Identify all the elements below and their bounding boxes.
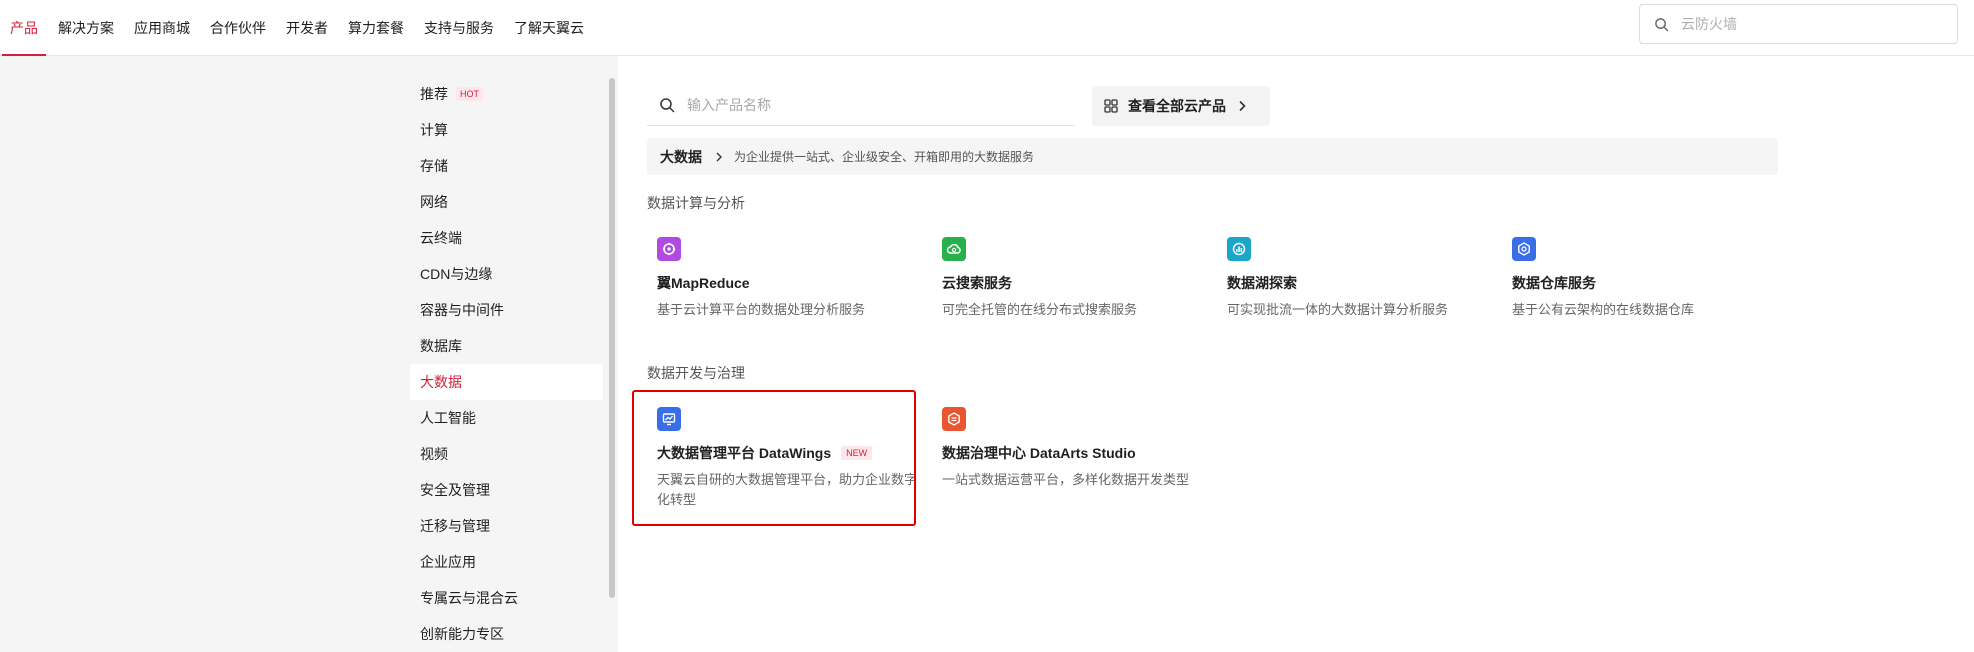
section-title-compute-analysis: 数据计算与分析 [647, 195, 745, 211]
sidebar-item-compute[interactable]: 计算 [410, 112, 603, 148]
topnav-item-solutions[interactable]: 解决方案 [48, 0, 124, 56]
category-sidebar: 推荐 HOT 计算 存储 网络 云终端 CDN与边缘 容器与中间件 数据库 大数… [0, 56, 618, 652]
product-search-input[interactable]: 输入产品名称 [647, 84, 1075, 126]
category-list: 推荐 HOT 计算 存储 网络 云终端 CDN与边缘 容器与中间件 数据库 大数… [410, 76, 603, 652]
topnav-item-products[interactable]: 产品 [0, 0, 48, 56]
view-all-products-label: 查看全部云产品 [1128, 98, 1226, 114]
product-name: 数据仓库服务 [1512, 275, 1596, 291]
topnav-item-support[interactable]: 支持与服务 [414, 0, 504, 56]
product-card-data-warehouse[interactable]: 数据仓库服务 基于公有云架构的在线数据仓库 [1512, 237, 1794, 320]
product-name: 数据湖探索 [1227, 275, 1297, 291]
section-title-dev-governance: 数据开发与治理 [647, 365, 745, 381]
sidebar-scrollbar[interactable] [609, 78, 615, 598]
product-description: 可完全托管的在线分布式搜索服务 [942, 302, 1138, 317]
sidebar-item-ai[interactable]: 人工智能 [410, 400, 603, 436]
sidebar-item-migration[interactable]: 迁移与管理 [410, 508, 603, 544]
sidebar-item-cloud-desktop[interactable]: 云终端 [410, 220, 603, 256]
product-card-data-lake[interactable]: 数据湖探索 可实现批流一体的大数据计算分析服务 [1227, 237, 1509, 320]
sidebar-item-big-data[interactable]: 大数据 [410, 364, 603, 400]
sidebar-item-security[interactable]: 安全及管理 [410, 472, 603, 508]
sidebar-item-cdn-edge[interactable]: CDN与边缘 [410, 256, 603, 292]
sidebar-item-innovation[interactable]: 创新能力专区 [410, 616, 603, 652]
sidebar-item-database[interactable]: 数据库 [410, 328, 603, 364]
search-icon [660, 97, 675, 112]
category-description: 为企业提供一站式、企业级安全、开箱即用的大数据服务 [734, 150, 1035, 164]
grid-icon [1104, 99, 1118, 113]
sidebar-item-storage[interactable]: 存储 [410, 148, 603, 184]
topnav-item-app-store[interactable]: 应用商城 [124, 0, 200, 56]
sidebar-item-video[interactable]: 视频 [410, 436, 603, 472]
sidebar-item-dedicated-hybrid[interactable]: 专属云与混合云 [410, 580, 603, 616]
sidebar-item-network[interactable]: 网络 [410, 184, 603, 220]
sidebar-item-label: 推荐 [420, 86, 448, 102]
view-all-products-button[interactable]: 查看全部云产品 [1092, 86, 1270, 126]
product-name: 翼MapReduce [657, 275, 750, 291]
product-description: 基于云计算平台的数据处理分析服务 [657, 302, 866, 317]
highlight-box [632, 390, 916, 526]
hot-badge: HOT [456, 87, 483, 101]
product-description: 可实现批流一体的大数据计算分析服务 [1227, 302, 1449, 317]
data-warehouse-icon [1512, 237, 1536, 261]
mapreduce-icon [657, 237, 681, 261]
data-lake-icon [1227, 237, 1251, 261]
search-icon [1655, 17, 1669, 31]
chevron-right-icon [1239, 100, 1246, 112]
sidebar-item-enterprise-apps[interactable]: 企业应用 [410, 544, 603, 580]
chevron-right-icon [716, 152, 722, 161]
category-breadcrumb: 大数据 为企业提供一站式、企业级安全、开箱即用的大数据服务 [647, 138, 1778, 175]
cloud-search-icon [942, 237, 966, 261]
global-search-placeholder: 云防火墙 [1681, 16, 1737, 32]
global-search-input[interactable]: 云防火墙 [1639, 4, 1958, 44]
product-card-mapreduce[interactable]: 翼MapReduce 基于云计算平台的数据处理分析服务 [657, 237, 939, 320]
product-name: 云搜索服务 [942, 275, 1012, 291]
product-name: 数据治理中心 DataArts Studio [942, 445, 1136, 461]
sidebar-item-container-middleware[interactable]: 容器与中间件 [410, 292, 603, 328]
topnav-item-partners[interactable]: 合作伙伴 [200, 0, 276, 56]
topnav-item-compute-packages[interactable]: 算力套餐 [338, 0, 414, 56]
product-card-cloud-search[interactable]: 云搜索服务 可完全托管的在线分布式搜索服务 [942, 237, 1224, 320]
dataarts-icon [942, 407, 966, 431]
top-nav-menu: 产品 解决方案 应用商城 合作伙伴 开发者 算力套餐 支持与服务 了解天翼云 [0, 0, 594, 56]
product-description: 一站式数据运营平台，多样化数据开发类型 [942, 472, 1190, 487]
product-description: 基于公有云架构的在线数据仓库 [1512, 302, 1695, 317]
product-card-dataarts-studio[interactable]: 数据治理中心 DataArts Studio 一站式数据运营平台，多样化数据开发… [942, 407, 1224, 490]
category-title[interactable]: 大数据 [660, 147, 702, 167]
product-search-placeholder: 输入产品名称 [687, 96, 771, 113]
sidebar-item-recommended[interactable]: 推荐 HOT [410, 76, 603, 112]
topnav-item-developers[interactable]: 开发者 [276, 0, 338, 56]
topnav-item-about[interactable]: 了解天翼云 [504, 0, 594, 56]
top-navigation-bar: 产品 解决方案 应用商城 合作伙伴 开发者 算力套餐 支持与服务 了解天翼云 云… [0, 0, 1974, 56]
